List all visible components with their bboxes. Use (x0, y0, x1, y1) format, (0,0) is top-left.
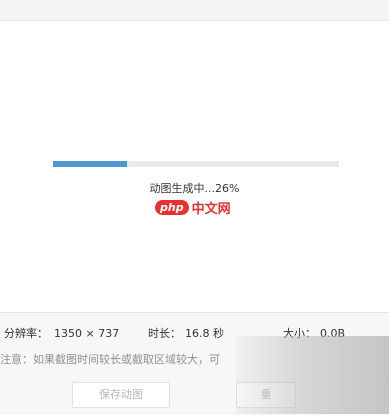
progress-status-text: 动图生成中...26% (149, 182, 240, 195)
progress-fill (53, 161, 128, 167)
watermark-badge: php (155, 199, 189, 215)
save-gif-button[interactable]: 保存动图 (72, 382, 170, 408)
duration-info: 时长： 16.8 秒 (148, 325, 224, 341)
resolution-value: 1350 × 737 (54, 327, 120, 340)
watermark-text: 中文网 (191, 201, 231, 217)
duration-value: 16.8 秒 (185, 327, 224, 340)
site-watermark-logo: php 中文网 (155, 197, 231, 217)
duration-label: 时长： (148, 327, 181, 340)
resolution-label: 分辨率： (4, 327, 48, 340)
note-text: 注意：如果截图时间较长或截取区域较大，可 (0, 353, 220, 366)
blurred-region (236, 336, 389, 414)
resolution-info: 分辨率： 1350 × 737 (4, 325, 119, 341)
generation-progress-bar (53, 161, 339, 167)
window-title-bar (0, 0, 389, 21)
